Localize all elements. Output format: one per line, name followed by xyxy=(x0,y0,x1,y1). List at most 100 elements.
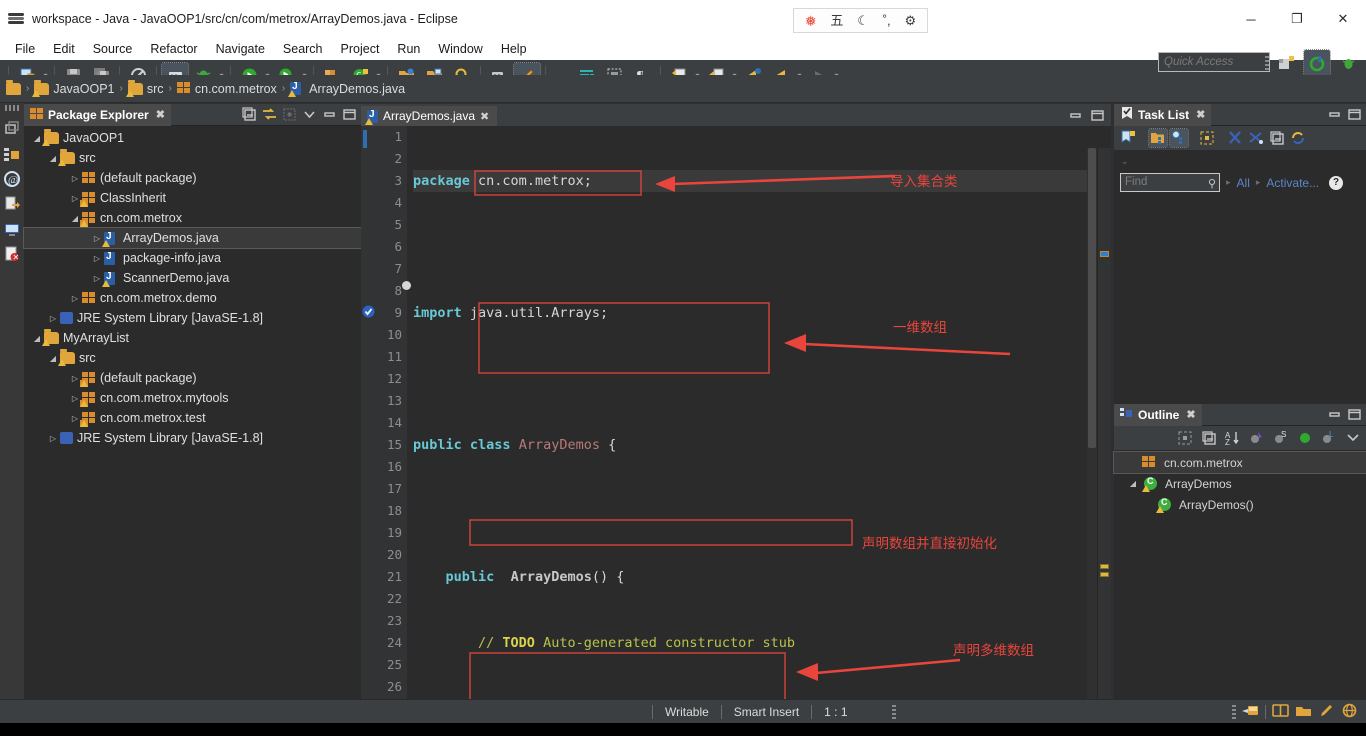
outline-row-constructor[interactable]: ArrayDemos() xyxy=(1114,494,1366,515)
ruler-mark-info[interactable] xyxy=(1100,251,1109,257)
rail-grip[interactable] xyxy=(5,105,19,111)
source-code[interactable]: package cn.com.metrox; import java.util.… xyxy=(407,126,1111,699)
gear-icon[interactable]: ⚙ xyxy=(904,14,916,27)
tree-row-default-package[interactable]: ▷ (default package) xyxy=(24,168,361,188)
tree-row-scannerdemo-java[interactable]: ▷ ScannerDemo.java xyxy=(24,268,361,288)
tree-row-jre-system-library-1[interactable]: ▷ JRE System Library [JavaSE-1.8] xyxy=(24,308,361,328)
twisty-icon[interactable]: ▷ xyxy=(68,294,82,303)
focus-icon[interactable] xyxy=(1176,429,1194,447)
tree-row-src-2[interactable]: ◢ src xyxy=(24,348,361,368)
task-list-view-menu[interactable]: ⌄ xyxy=(1114,150,1366,167)
hide-fields-icon[interactable] xyxy=(1248,429,1266,447)
tree-row-arraydemos-java[interactable]: ▷ ArrayDemos.java xyxy=(23,227,362,249)
menu-run[interactable]: Run xyxy=(388,40,429,58)
tree-row-package-info-java[interactable]: ▷ package-info.java xyxy=(24,248,361,268)
task-activate-link[interactable]: Activate... xyxy=(1266,176,1319,190)
outline-row-package[interactable]: cn.com.metrox xyxy=(1113,451,1366,474)
breadcrumb-item-project[interactable]: JavaOOP1 xyxy=(32,79,114,97)
twisty-icon[interactable]: ▷ xyxy=(46,434,60,443)
maximize-icon[interactable] xyxy=(1346,107,1362,123)
javadoc-rail-icon[interactable]: @ xyxy=(3,170,21,188)
twisty-icon[interactable]: ▷ xyxy=(68,174,82,183)
menu-search[interactable]: Search xyxy=(274,40,332,58)
tree-row-cn-com-metrox-demo[interactable]: ▷ cn.com.metrox.demo xyxy=(24,288,361,308)
pencil-icon[interactable] xyxy=(1318,703,1335,721)
punctuation-icon[interactable]: ˚, xyxy=(883,14,891,27)
menu-file[interactable]: File xyxy=(6,40,44,58)
problems-rail-icon[interactable]: ✕ xyxy=(3,245,21,263)
perspective-grip[interactable] xyxy=(1265,56,1269,70)
tree-row-test[interactable]: ▷ cn.com.metrox.test xyxy=(24,408,361,428)
minimize-icon[interactable] xyxy=(1326,407,1342,423)
minimize-icon[interactable] xyxy=(1326,107,1342,123)
tab-package-explorer[interactable]: Package Explorer ✖ xyxy=(24,103,171,126)
chevron-down-icon[interactable]: ⌄ xyxy=(1121,156,1129,166)
overview-ruler[interactable] xyxy=(1097,148,1111,699)
editor-vertical-scrollbar[interactable] xyxy=(1087,148,1097,699)
tree-row-javaoop1[interactable]: ◢ JavaOOP1 xyxy=(24,128,361,148)
menu-refactor[interactable]: Refactor xyxy=(141,40,206,58)
tree-row-classinherit[interactable]: ▷ ClassInherit xyxy=(24,188,361,208)
view-menu-icon[interactable] xyxy=(1344,429,1362,447)
close-icon[interactable]: ✖ xyxy=(1186,408,1195,421)
tree-row-jre-system-library-2[interactable]: ▷ JRE System Library [JavaSE-1.8] xyxy=(24,428,361,448)
breadcrumb-item-package[interactable]: cn.com.metrox xyxy=(176,82,277,96)
close-icon[interactable]: ✖ xyxy=(480,110,489,123)
twisty-icon[interactable]: ▷ xyxy=(46,314,60,323)
focus-icon[interactable] xyxy=(281,107,297,123)
keyboard-icon[interactable] xyxy=(1242,703,1259,721)
ime-toolbar[interactable]: ❅ 五 ☾ ˚, ⚙ xyxy=(793,8,928,33)
book-icon[interactable] xyxy=(1272,703,1289,721)
minimize-button[interactable]: ─ xyxy=(1228,0,1274,38)
view-menu-icon[interactable] xyxy=(301,107,317,123)
minimize-icon[interactable] xyxy=(321,107,337,123)
outline-row-class[interactable]: ◢ ArrayDemos xyxy=(1114,473,1366,494)
activate-caret-icon[interactable]: ▸ xyxy=(1256,177,1261,188)
link-with-editor-icon[interactable] xyxy=(261,107,277,123)
collapse-all-icon[interactable] xyxy=(1200,429,1218,447)
close-button[interactable]: ✕ xyxy=(1320,0,1366,38)
menu-help[interactable]: Help xyxy=(492,40,536,58)
hide-local-icon[interactable]: L xyxy=(1320,429,1338,447)
tree-row-myarraylist[interactable]: ◢ MyArrayList xyxy=(24,328,361,348)
new-task-icon[interactable] xyxy=(1119,129,1137,147)
close-icon[interactable]: ✖ xyxy=(1196,108,1205,121)
breadcrumb-item-file[interactable]: ArrayDemos.java xyxy=(288,81,405,97)
outline-tree[interactable]: cn.com.metrox ◢ ArrayDemos ArrayDemos() xyxy=(1113,450,1366,515)
twisty-icon[interactable]: ▷ xyxy=(90,254,104,263)
maximize-icon[interactable] xyxy=(1346,407,1362,423)
moon-icon[interactable]: ☾ xyxy=(857,14,869,27)
declaration-rail-icon[interactable] xyxy=(3,195,21,213)
menu-source[interactable]: Source xyxy=(84,40,142,58)
java-perspective-icon[interactable] xyxy=(1303,49,1331,77)
restore-view-icon[interactable] xyxy=(3,120,21,138)
help-icon[interactable]: ? xyxy=(1329,175,1344,190)
filter-complete-icon[interactable] xyxy=(1226,129,1244,147)
categorized-icon[interactable] xyxy=(1148,128,1168,148)
editor-tab-arraydemos[interactable]: ArrayDemos.java ✖ xyxy=(361,104,498,126)
menu-edit[interactable]: Edit xyxy=(44,40,84,58)
tab-task-list[interactable]: Task List ✖ xyxy=(1114,103,1212,126)
tree-row-default-package-2[interactable]: ▷ (default package) xyxy=(24,368,361,388)
project-tree[interactable]: ◢ JavaOOP1 ◢ src ▷ (default package) ▷ C… xyxy=(23,126,362,448)
all-caret-icon[interactable]: ▸ xyxy=(1226,177,1231,188)
wubi-mode-icon[interactable]: 五 xyxy=(830,14,843,27)
status-grip[interactable] xyxy=(891,704,896,719)
minimize-icon[interactable] xyxy=(1067,107,1083,123)
twisty-icon[interactable]: ◢ xyxy=(1126,479,1140,488)
scheduled-icon[interactable] xyxy=(1169,128,1189,148)
code-viewport[interactable]: 1 2 3 4 5 6 7 8 9 10 11 12 13 14 15 16 1… xyxy=(361,126,1111,699)
tray-grip[interactable] xyxy=(1232,704,1236,719)
tree-row-src[interactable]: ◢ src xyxy=(24,148,361,168)
console-rail-icon[interactable] xyxy=(3,220,21,238)
annotation-gutter[interactable] xyxy=(361,126,377,699)
maximize-icon[interactable] xyxy=(341,107,357,123)
close-icon[interactable]: ✖ xyxy=(156,108,165,121)
ruler-mark-warning[interactable] xyxy=(1100,572,1109,577)
collapse-all-icon[interactable] xyxy=(241,107,257,123)
filter-icon[interactable] xyxy=(1247,129,1265,147)
task-filter-all[interactable]: All xyxy=(1237,176,1250,190)
scrollbar-thumb[interactable] xyxy=(1088,148,1096,448)
maximize-icon[interactable] xyxy=(1089,107,1105,123)
task-find-input[interactable]: Find ⚲ xyxy=(1120,173,1220,192)
